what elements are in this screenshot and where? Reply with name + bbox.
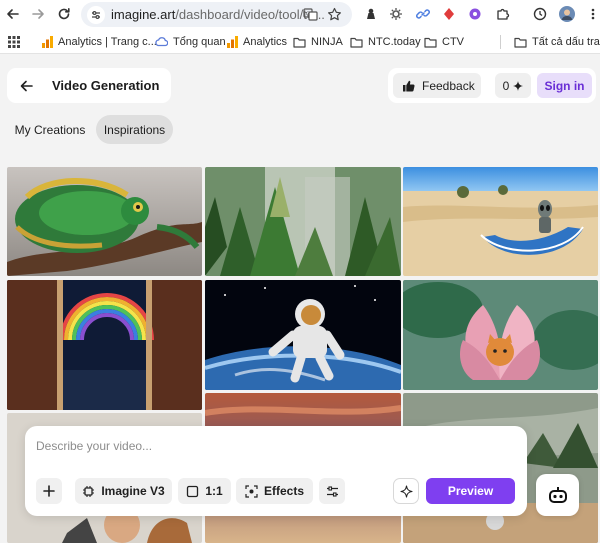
add-button[interactable] (36, 478, 62, 504)
plus-icon (43, 485, 55, 497)
forward-icon[interactable] (28, 4, 48, 24)
translate-icon[interactable]: G (302, 6, 319, 23)
browser-toolbar: imagine.art/dashboard/video/tool/te... G (0, 0, 600, 29)
gallery-tile-forest[interactable] (205, 167, 401, 276)
extension-refresh-icon[interactable] (531, 5, 549, 23)
analytics-icon (42, 36, 53, 48)
svg-text:G: G (306, 12, 310, 18)
bookmark-label: CTV (442, 36, 464, 48)
enhance-prompt-button[interactable] (393, 478, 419, 504)
back-arrow-icon[interactable] (17, 77, 35, 95)
page-title: Video Generation (52, 78, 160, 93)
folder-icon (293, 37, 306, 48)
model-select-button[interactable]: Imagine V3 (75, 478, 172, 504)
extension-gear-icon[interactable] (387, 5, 405, 23)
bookmarks-divider (500, 35, 501, 49)
gallery-tile-rainbow-door[interactable] (7, 280, 202, 410)
settings-sliders-button[interactable] (319, 478, 345, 504)
thumbs-up-icon (403, 80, 415, 91)
gallery-tile-alien-boat[interactable] (403, 167, 598, 276)
extension-link-icon[interactable] (414, 5, 432, 23)
aspect-ratio-label: 1:1 (205, 484, 223, 498)
profile-avatar-icon[interactable] (558, 5, 576, 23)
folder-icon (424, 37, 437, 48)
gallery-tile-astronaut[interactable] (205, 280, 401, 390)
credits-button[interactable]: 0 (495, 73, 531, 98)
url-host: imagine.art (111, 7, 176, 22)
folder-icon (514, 37, 527, 48)
bookmark-label: Tất cả dấu trang (532, 36, 600, 48)
sparkle-icon (399, 484, 413, 498)
square-icon (187, 485, 199, 497)
bookmarks-bar: Analytics | Trang c... Tổng quan Analyti… (0, 29, 600, 54)
bookmark-item[interactable]: NINJA (293, 34, 343, 50)
gallery-tile-cat-lotus[interactable] (403, 280, 598, 390)
extension-flower-icon[interactable] (466, 5, 484, 23)
tab-my-creations[interactable]: My Creations (8, 115, 92, 144)
credits-count: 0 (502, 78, 510, 93)
aspect-ratio-button[interactable]: 1:1 (178, 478, 231, 504)
bookmark-item[interactable]: NTC.today (350, 34, 421, 50)
analytics-icon (227, 36, 238, 48)
sparkle-icon (513, 80, 524, 91)
feedback-label: Feedback (422, 78, 475, 93)
bookmark-item[interactable]: CTV (424, 34, 464, 50)
reload-icon[interactable] (54, 4, 74, 24)
effects-icon (245, 484, 258, 498)
sign-in-button[interactable]: Sign in (537, 73, 592, 98)
prompt-input[interactable] (36, 437, 506, 455)
extension-hat-icon[interactable] (362, 5, 380, 23)
bookmark-label: Analytics | Trang c... (58, 36, 157, 48)
robot-icon (548, 487, 567, 503)
effects-button[interactable]: Effects (236, 478, 313, 504)
effects-label: Effects (263, 484, 304, 498)
feedback-button[interactable]: Feedback (393, 73, 481, 98)
gallery-tile-chameleon[interactable] (7, 167, 202, 276)
tab-inspirations[interactable]: Inspirations (96, 115, 173, 144)
site-info-icon[interactable] (87, 6, 105, 24)
bookmark-star-icon[interactable] (326, 6, 343, 23)
bookmark-label: NINJA (311, 36, 343, 48)
chip-icon (83, 485, 95, 497)
cloud-icon (155, 37, 168, 47)
bookmark-item[interactable]: Tổng quan (155, 34, 226, 50)
bookmark-item[interactable]: Analytics | Trang c... (42, 34, 157, 50)
prompt-panel: Imagine V3 1:1 Effects Preview (25, 426, 527, 516)
bookmark-item[interactable]: Tất cả dấu trang (514, 34, 600, 50)
page-header: Video Generation (7, 68, 171, 103)
browser-menu-icon[interactable] (584, 5, 600, 23)
bookmark-label: Analytics (243, 36, 288, 48)
model-label: Imagine V3 (101, 484, 165, 498)
bookmark-item[interactable]: Analytics (227, 34, 287, 50)
bookmark-label: NTC.today (368, 36, 421, 48)
folder-icon (350, 37, 363, 48)
extension-diamond-icon[interactable] (440, 5, 458, 23)
header-actions: Feedback 0 Sign in (388, 68, 596, 103)
url-text: imagine.art/dashboard/video/tool/te... (111, 7, 325, 22)
back-icon[interactable] (3, 4, 23, 24)
address-bar[interactable]: imagine.art/dashboard/video/tool/te... G (81, 2, 352, 27)
preview-button[interactable]: Preview (426, 478, 515, 504)
apps-grid-icon[interactable] (8, 34, 25, 50)
bookmark-label: Tổng quan (173, 36, 226, 48)
assistant-bot-button[interactable] (536, 474, 579, 516)
extensions-puzzle-icon[interactable] (494, 5, 512, 23)
sliders-icon (326, 485, 338, 497)
